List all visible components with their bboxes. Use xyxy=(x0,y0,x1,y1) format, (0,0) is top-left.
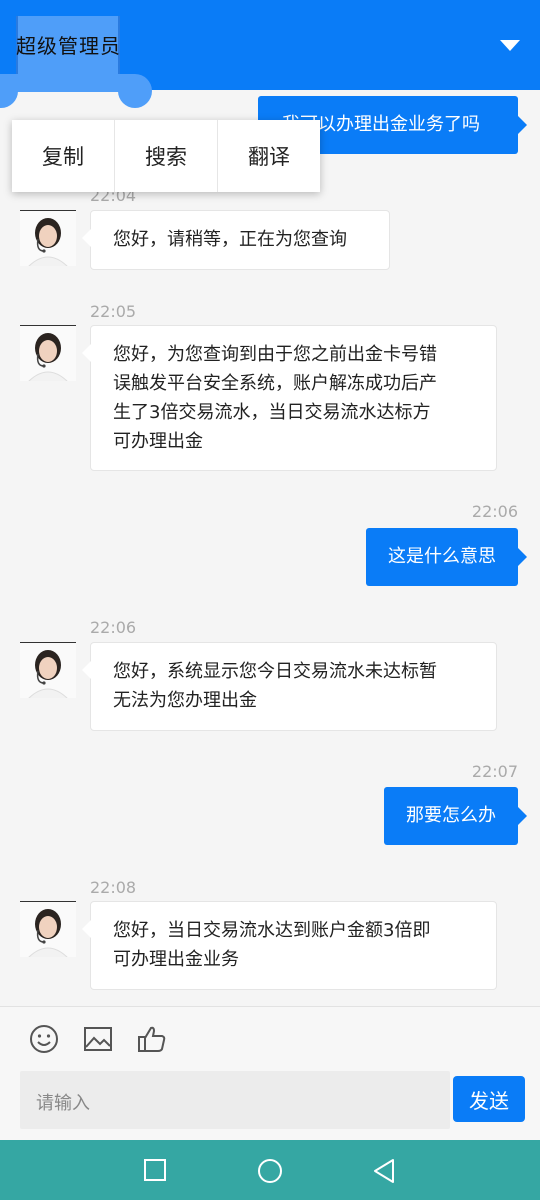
avatar[interactable] xyxy=(20,210,76,266)
menu-item-search[interactable]: 搜索 xyxy=(114,120,217,192)
message-text-line: 您好，为您查询到由于您之前出金卡号错 xyxy=(113,344,437,365)
agent-avatar-image xyxy=(20,211,76,266)
message-text: 那要怎么办 xyxy=(406,805,496,826)
message-list[interactable]: 我可以办理出金业务了吗 22:04 您好，请稍等，正在为您查询 22:05 您好… xyxy=(0,90,540,1006)
emoji-icon[interactable] xyxy=(28,1023,60,1055)
message-timestamp: 22:05 xyxy=(90,302,137,321)
home-icon[interactable] xyxy=(257,1158,283,1184)
chat-header: 超级管理员 xyxy=(0,0,540,108)
avatar[interactable] xyxy=(20,901,76,957)
menu-item-translate[interactable]: 翻译 xyxy=(217,120,320,192)
message-bubble-incoming[interactable]: 您好，为您查询到由于您之前出金卡号错 误触发平台安全系统，账户解冻成功后产 生了… xyxy=(82,325,497,471)
thumbs-up-icon[interactable] xyxy=(136,1023,168,1055)
chevron-down-icon[interactable] xyxy=(500,40,520,51)
system-navigation-bar xyxy=(0,1140,540,1200)
message-bubble-incoming[interactable]: 您好，当日交易流水达到账户金额3倍即 可办理出金业务 xyxy=(82,901,497,990)
message-bubble-outgoing[interactable]: 那要怎么办 xyxy=(384,787,527,845)
message-text-line: 生了3倍交易流水，当日交易流水达标方 xyxy=(113,402,431,423)
message-timestamp: 22:07 xyxy=(471,762,518,781)
message-text-line: 误触发平台安全系统，账户解冻成功后产 xyxy=(113,373,437,394)
avatar[interactable] xyxy=(20,325,76,381)
message-timestamp: 22:08 xyxy=(90,878,137,897)
message-input-placeholder: 请输入 xyxy=(36,1093,90,1114)
message-text: 您好，请稍等，正在为您查询 xyxy=(113,229,347,250)
message-timestamp: 22:06 xyxy=(90,618,137,637)
message-text-line: 可办理出金 xyxy=(113,431,203,452)
agent-avatar-image xyxy=(20,326,76,381)
message-composer: 请输入 发送 xyxy=(0,1006,540,1140)
send-button[interactable]: 发送 xyxy=(453,1076,525,1122)
message-text-line: 无法为您办理出金 xyxy=(113,690,257,711)
message-bubble-outgoing[interactable]: 这是什么意思 xyxy=(366,528,527,586)
back-icon[interactable] xyxy=(372,1158,396,1184)
chat-title[interactable]: 超级管理员 xyxy=(16,30,121,59)
avatar[interactable] xyxy=(20,642,76,698)
message-input[interactable]: 请输入 xyxy=(20,1071,450,1129)
agent-avatar-image xyxy=(20,643,76,698)
message-text-line: 可办理出金业务 xyxy=(113,949,239,970)
message-timestamp: 22:06 xyxy=(471,502,518,521)
message-text-line: 您好，系统显示您今日交易流水未达标暂 xyxy=(113,661,437,682)
recent-apps-icon[interactable] xyxy=(143,1158,167,1182)
agent-avatar-image xyxy=(20,902,76,957)
message-bubble-incoming[interactable]: 您好，系统显示您今日交易流水未达标暂 无法为您办理出金 xyxy=(82,642,497,731)
message-text: 这是什么意思 xyxy=(388,546,496,567)
text-context-menu: 复制 搜索 翻译 xyxy=(12,120,320,192)
message-bubble-incoming[interactable]: 您好，请稍等，正在为您查询 xyxy=(82,210,390,270)
image-icon[interactable] xyxy=(82,1023,114,1055)
menu-item-copy[interactable]: 复制 xyxy=(12,120,114,192)
message-text-line: 您好，当日交易流水达到账户金额3倍即 xyxy=(113,920,431,941)
